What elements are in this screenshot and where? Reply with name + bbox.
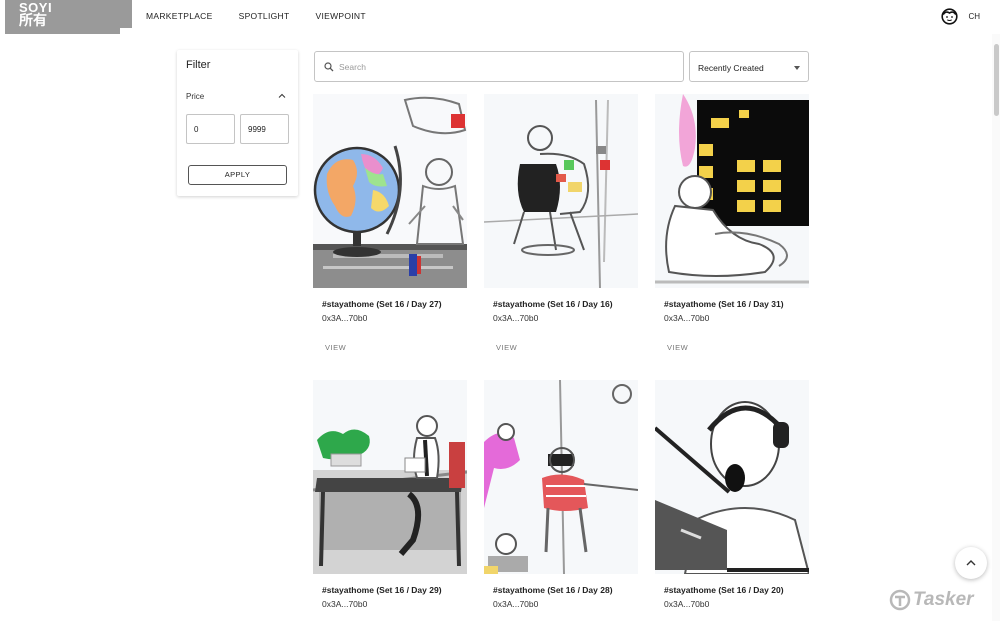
logo-mark: SOYI 所有	[19, 1, 52, 28]
logo-notch	[120, 28, 132, 34]
card-title[interactable]: #stayathome (Set 16 / Day 20)	[664, 585, 784, 595]
language-toggle[interactable]: CH	[968, 12, 980, 21]
nft-image[interactable]	[655, 380, 809, 574]
chevron-up-icon	[966, 560, 976, 566]
card-title[interactable]: #stayathome (Set 16 / Day 16)	[493, 299, 613, 309]
tasker-logo-icon	[889, 589, 911, 611]
top-bar: SOYI 所有 MARKETPLACE SPOTLIGHT VIEWPOINT …	[0, 0, 1000, 34]
price-min-input[interactable]	[186, 114, 235, 144]
main-nav: MARKETPLACE SPOTLIGHT VIEWPOINT	[146, 11, 392, 21]
filter-title: Filter	[186, 59, 211, 71]
nft-image[interactable]	[484, 380, 638, 574]
card-title[interactable]: #stayathome (Set 16 / Day 27)	[322, 299, 442, 309]
watermark: Tasker	[889, 589, 974, 611]
card-title[interactable]: #stayathome (Set 16 / Day 29)	[322, 585, 442, 595]
page-scrollbar-track[interactable]	[992, 34, 1000, 621]
view-button[interactable]: VIEW	[496, 343, 517, 352]
page-scrollbar-thumb[interactable]	[994, 44, 999, 116]
nft-image[interactable]	[313, 380, 467, 574]
card-owner: 0x3A...70b0	[322, 313, 368, 323]
nft-image[interactable]	[313, 94, 467, 288]
search-box[interactable]	[314, 51, 684, 82]
card-owner: 0x3A...70b0	[493, 313, 539, 323]
card-owner: 0x3A...70b0	[493, 599, 539, 609]
sort-selected-value: Recently Created	[698, 63, 764, 73]
price-section-label[interactable]: Price	[186, 92, 204, 101]
filter-panel: Filter Price APPLY	[177, 50, 298, 196]
dropdown-arrow-icon	[794, 66, 800, 70]
view-button[interactable]: VIEW	[667, 343, 688, 352]
nav-spotlight[interactable]: SPOTLIGHT	[239, 11, 290, 21]
chevron-up-icon[interactable]	[278, 92, 286, 100]
nft-image[interactable]	[484, 94, 638, 288]
card-owner: 0x3A...70b0	[664, 313, 710, 323]
logo-line-2: 所有	[19, 12, 47, 28]
card-title[interactable]: #stayathome (Set 16 / Day 28)	[493, 585, 613, 595]
search-input[interactable]	[339, 53, 669, 80]
search-icon	[324, 62, 334, 72]
nav-viewpoint[interactable]: VIEWPOINT	[315, 11, 365, 21]
view-button[interactable]: VIEW	[325, 343, 346, 352]
user-area: CH	[941, 8, 980, 25]
scroll-to-top-button[interactable]	[955, 547, 987, 579]
user-avatar-icon[interactable]	[941, 8, 959, 25]
sort-select[interactable]: Recently Created	[689, 51, 809, 82]
logo[interactable]: SOYI 所有	[5, 0, 132, 34]
card-title[interactable]: #stayathome (Set 16 / Day 31)	[664, 299, 784, 309]
card-owner: 0x3A...70b0	[664, 599, 710, 609]
price-max-input[interactable]	[240, 114, 289, 144]
watermark-text: Tasker	[913, 589, 974, 610]
card-owner: 0x3A...70b0	[322, 599, 368, 609]
apply-button[interactable]: APPLY	[188, 165, 287, 185]
nft-image[interactable]	[655, 94, 809, 288]
nav-marketplace[interactable]: MARKETPLACE	[146, 11, 213, 21]
